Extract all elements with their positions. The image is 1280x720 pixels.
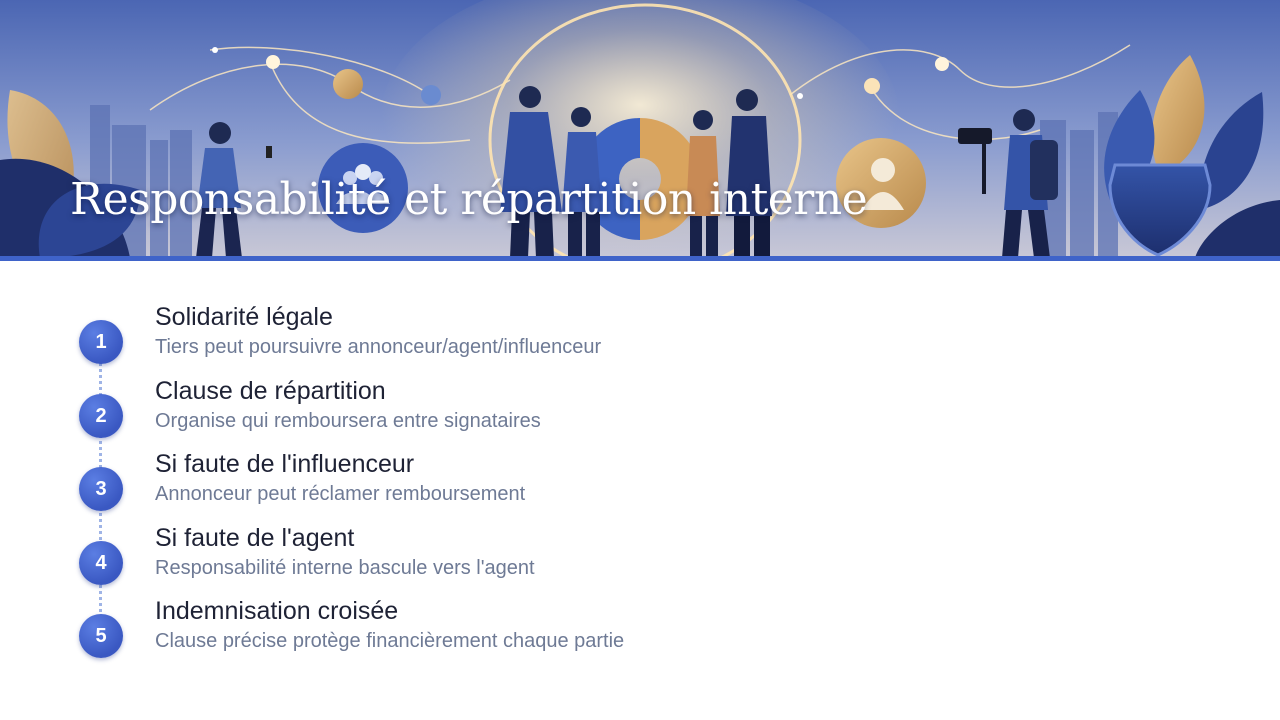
page-title: Responsabilité et répartition interne: [70, 174, 868, 225]
list-item: 4 Si faute de l'agent Responsabilité int…: [0, 521, 1280, 591]
list-item: 1 Solidarité légale Tiers peut poursuivr…: [0, 300, 1280, 370]
step-title: Indemnisation croisée: [155, 597, 399, 625]
list-item: 5 Indemnisation croisée Clause précise p…: [0, 594, 1280, 664]
step-number-badge: 2: [79, 394, 123, 438]
step-title: Solidarité légale: [155, 303, 333, 331]
step-number-badge: 1: [79, 320, 123, 364]
step-description: Tiers peut poursuivre annonceur/agent/in…: [155, 336, 602, 358]
banner-accent-rule: [0, 256, 1280, 261]
header-banner: Responsabilité et répartition interne: [0, 0, 1280, 258]
step-number-badge: 3: [79, 467, 123, 511]
step-description: Responsabilité interne bascule vers l'ag…: [155, 557, 535, 579]
step-description: Clause précise protège financièrement ch…: [155, 630, 625, 652]
step-title: Clause de répartition: [155, 377, 386, 405]
step-number-badge: 5: [79, 614, 123, 658]
list-item: 2 Clause de répartition Organise qui rem…: [0, 374, 1280, 444]
list-item: 3 Si faute de l'influenceur Annonceur pe…: [0, 447, 1280, 517]
step-title: Si faute de l'influenceur: [155, 450, 415, 478]
step-title: Si faute de l'agent: [155, 524, 355, 552]
step-description: Organise qui remboursera entre signatair…: [155, 410, 541, 432]
step-description: Annonceur peut réclamer remboursement: [155, 483, 526, 505]
step-number-badge: 4: [79, 541, 123, 585]
